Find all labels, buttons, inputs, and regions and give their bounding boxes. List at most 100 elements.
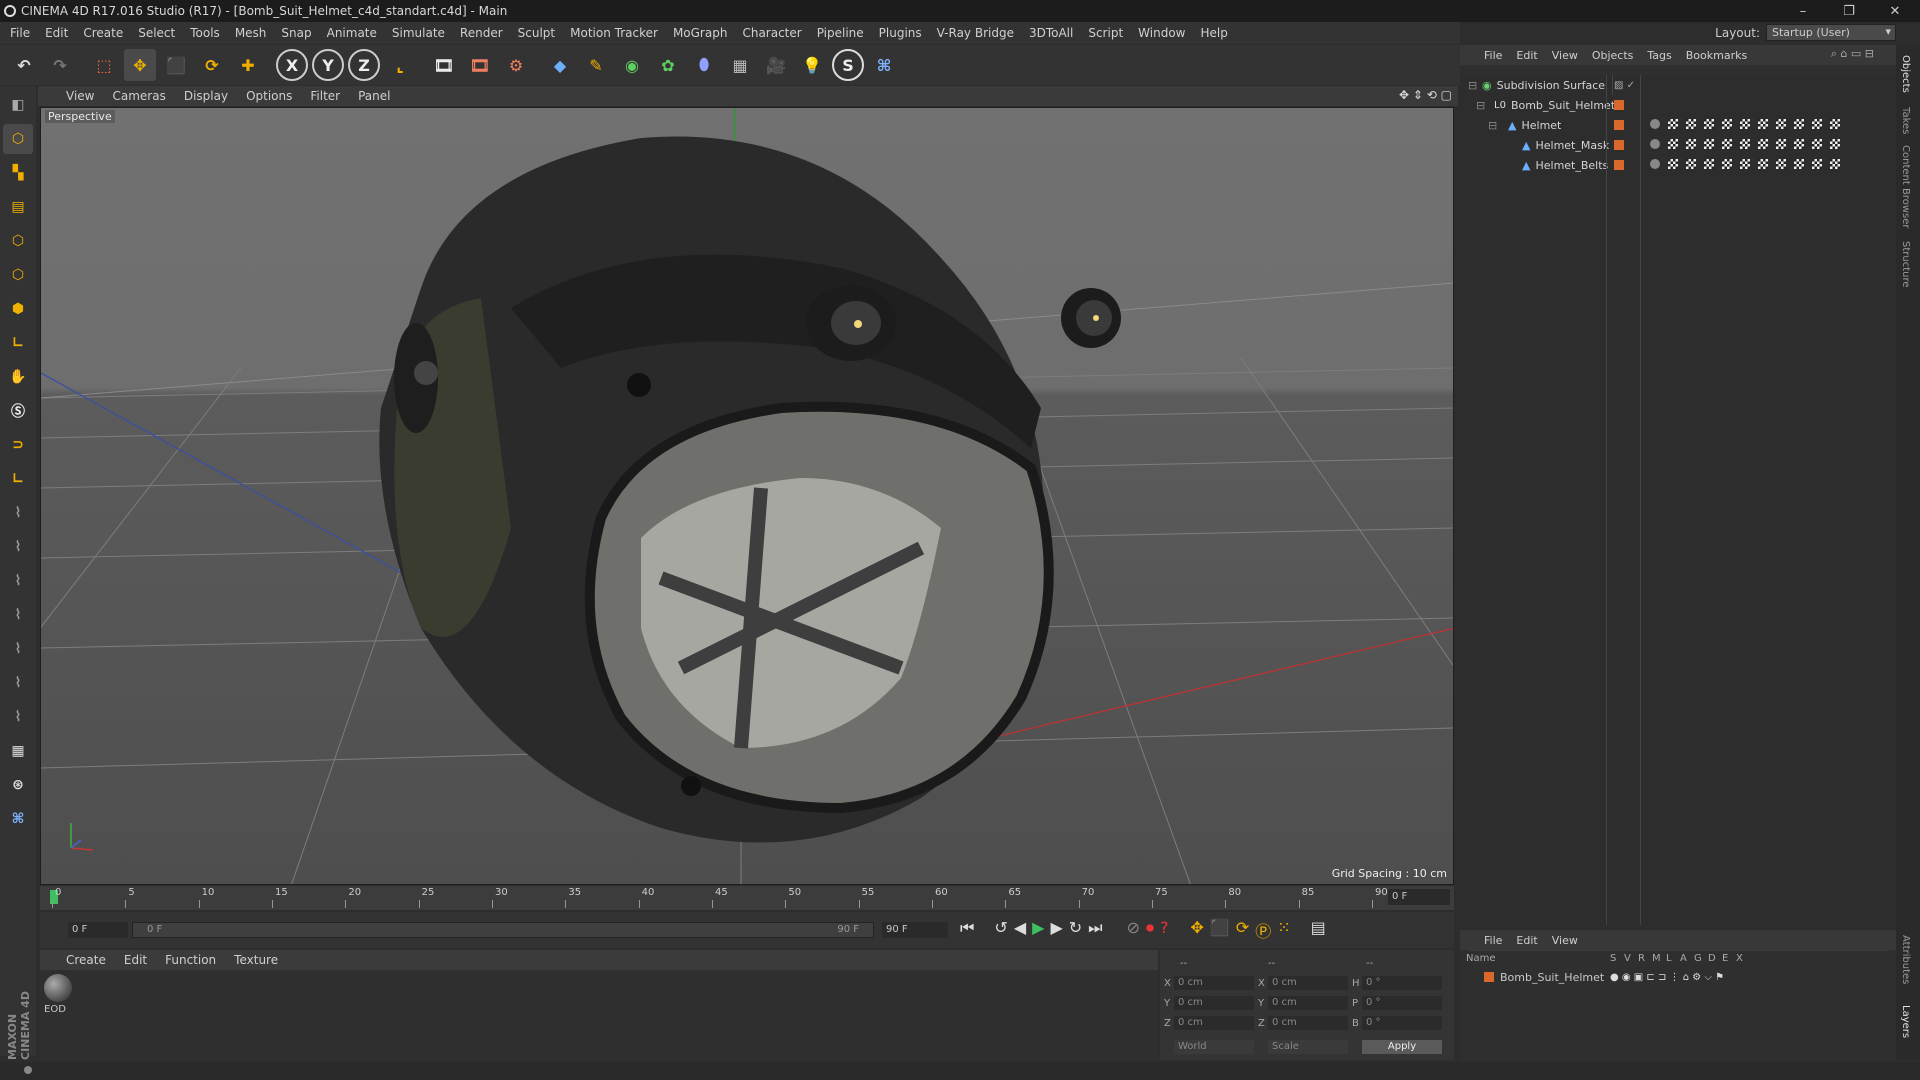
- menu-pipeline[interactable]: Pipeline: [817, 26, 864, 40]
- loop-cut-icon[interactable]: ⌇: [3, 702, 33, 732]
- menu-snap[interactable]: Snap: [281, 26, 311, 40]
- edges-mode-icon[interactable]: ⬡: [3, 260, 33, 290]
- mat-menu-function[interactable]: Function: [165, 953, 216, 967]
- menu-select[interactable]: Select: [138, 26, 175, 40]
- object-row[interactable]: ⊟ L0 Bomb_Suit_Helmet: [1460, 95, 1896, 115]
- paint-icon[interactable]: ⊛: [3, 770, 33, 800]
- tweak-icon[interactable]: ✋: [3, 362, 33, 392]
- pen-spline-icon[interactable]: ✎: [580, 49, 612, 81]
- bridge-icon[interactable]: ⌇: [3, 668, 33, 698]
- tab-structure[interactable]: Structure: [1900, 241, 1911, 288]
- layer-menu-view[interactable]: View: [1552, 934, 1578, 947]
- menu-mesh[interactable]: Mesh: [235, 26, 267, 40]
- minimize-button[interactable]: –: [1780, 0, 1826, 22]
- close-button[interactable]: ✕: [1872, 0, 1918, 22]
- play-icon[interactable]: ▶: [1032, 918, 1044, 942]
- points-mode-icon[interactable]: ⬡: [3, 226, 33, 256]
- material-swatch[interactable]: [44, 974, 72, 1002]
- live-selection-icon[interactable]: ⬚: [88, 49, 120, 81]
- solo-icon[interactable]: Ⓢ: [3, 396, 33, 426]
- viewport-menu-options[interactable]: Options: [246, 89, 292, 103]
- tab-objects[interactable]: Objects: [1900, 55, 1911, 93]
- model-mode-icon[interactable]: ⬡: [3, 124, 33, 154]
- size-x-field[interactable]: 0 cm: [1268, 976, 1348, 990]
- end-frame-field[interactable]: 90 F: [882, 922, 948, 938]
- viewport-menu-panel[interactable]: Panel: [358, 89, 390, 103]
- menu-character[interactable]: Character: [742, 26, 801, 40]
- timeline-ruler[interactable]: 0 5 10 15 20 25 30 35 40 45 50 55 60 65 70 75 80 85 90 0 F: [40, 886, 1454, 910]
- layer-color-swatch[interactable]: [1614, 160, 1624, 170]
- perspective-viewport[interactable]: Perspective Grid Spacing : 10 cm: [40, 107, 1454, 885]
- camera-icon[interactable]: 🎥: [760, 49, 792, 81]
- plus-icon[interactable]: ✚: [232, 49, 264, 81]
- object-row[interactable]: ⊟ ◉ Subdivision Surface ▨ ✓: [1460, 75, 1896, 95]
- polygons-mode-icon[interactable]: ⬢: [3, 294, 33, 324]
- layer-flag-icons[interactable]: ● ◉ ▣ ⊏ ⊐ ⋮ ⌂ ⚙ ⌵ ⚑: [1610, 972, 1724, 983]
- edit-render-settings-icon[interactable]: ⚙: [500, 49, 532, 81]
- pos-z-field[interactable]: 0 cm: [1174, 1016, 1254, 1030]
- undo-icon[interactable]: ↶: [8, 49, 40, 81]
- menu-vray-bridge[interactable]: V-Ray Bridge: [937, 26, 1014, 40]
- goto-end-icon[interactable]: ⏭: [1088, 918, 1102, 942]
- menu-file[interactable]: File: [10, 26, 30, 40]
- mat-menu-edit[interactable]: Edit: [124, 953, 147, 967]
- viewport-menu-filter[interactable]: Filter: [310, 89, 340, 103]
- move-icon[interactable]: ✥: [124, 49, 156, 81]
- obj-menu-objects[interactable]: Objects: [1592, 49, 1634, 62]
- coordinate-system-icon[interactable]: ⌞: [384, 49, 416, 81]
- extrude-icon[interactable]: ⌇: [3, 600, 33, 630]
- size-y-field[interactable]: 0 cm: [1268, 996, 1348, 1010]
- size-z-field[interactable]: 0 cm: [1268, 1016, 1348, 1030]
- helmet-model[interactable]: [379, 136, 1121, 843]
- render-view-icon[interactable]: 🎞: [428, 49, 460, 81]
- menu-help[interactable]: Help: [1200, 26, 1227, 40]
- pos-y-field[interactable]: 0 cm: [1174, 996, 1254, 1010]
- menu-render[interactable]: Render: [460, 26, 503, 40]
- obj-menu-view[interactable]: View: [1552, 49, 1578, 62]
- python-script-icon[interactable]: ⌘: [3, 804, 33, 834]
- vray-icon[interactable]: S: [832, 49, 864, 81]
- layer-color-swatch[interactable]: [1614, 100, 1624, 110]
- layer-color-swatch[interactable]: [1614, 120, 1624, 130]
- magnet-icon[interactable]: ⊃: [3, 430, 33, 460]
- floor-icon[interactable]: ▦: [724, 49, 756, 81]
- object-row[interactable]: ▲ Helmet_Mask: [1460, 135, 1896, 155]
- bevel-icon[interactable]: ⌇: [3, 634, 33, 664]
- current-frame-field[interactable]: 0 F: [1388, 889, 1450, 905]
- menu-create[interactable]: Create: [83, 26, 123, 40]
- start-frame-field[interactable]: 0 F: [68, 922, 128, 938]
- viewport-menu-display[interactable]: Display: [184, 89, 228, 103]
- viewport-menu-cameras[interactable]: Cameras: [112, 89, 165, 103]
- prev-frame-icon[interactable]: ◀: [1014, 918, 1026, 942]
- record-icon[interactable]: ⏺: [1146, 918, 1154, 942]
- menu-window[interactable]: Window: [1138, 26, 1185, 40]
- menu-3dtoall[interactable]: 3DToAll: [1029, 26, 1073, 40]
- x-axis-icon[interactable]: X: [276, 49, 308, 81]
- rot-b-field[interactable]: 0 °: [1362, 1016, 1442, 1030]
- snap-icon[interactable]: ∟: [3, 464, 33, 494]
- menu-sculpt[interactable]: Sculpt: [518, 26, 555, 40]
- z-axis-icon[interactable]: Z: [348, 49, 380, 81]
- next-key-icon[interactable]: ↻: [1069, 918, 1082, 942]
- frame-range-slider[interactable]: 0 F 90 F: [132, 922, 874, 938]
- rot-h-field[interactable]: 0 °: [1362, 976, 1442, 990]
- tab-attributes[interactable]: Attributes: [1900, 935, 1911, 984]
- layer-menu-file[interactable]: File: [1484, 934, 1502, 947]
- apply-button[interactable]: Apply: [1362, 1040, 1442, 1054]
- axis-mode-icon[interactable]: ∟: [3, 328, 33, 358]
- light-icon[interactable]: 💡: [796, 49, 828, 81]
- rot-p-field[interactable]: 0 °: [1362, 996, 1442, 1010]
- redo-icon[interactable]: ↷: [44, 49, 76, 81]
- scale-icon[interactable]: ⬛: [160, 49, 192, 81]
- tab-layers[interactable]: Layers: [1900, 1005, 1911, 1038]
- obj-menu-file[interactable]: File: [1484, 49, 1502, 62]
- nurbs-icon[interactable]: ◉: [616, 49, 648, 81]
- knife-icon[interactable]: ⌇: [3, 566, 33, 596]
- menu-plugins[interactable]: Plugins: [879, 26, 922, 40]
- viewport-menu-view[interactable]: View: [66, 89, 94, 103]
- array-icon[interactable]: ✿: [652, 49, 684, 81]
- menu-tools[interactable]: Tools: [190, 26, 220, 40]
- pos-x-field[interactable]: 0 cm: [1174, 976, 1254, 990]
- next-frame-icon[interactable]: ▶: [1050, 918, 1062, 942]
- brush-icon[interactable]: ⌇: [3, 498, 33, 528]
